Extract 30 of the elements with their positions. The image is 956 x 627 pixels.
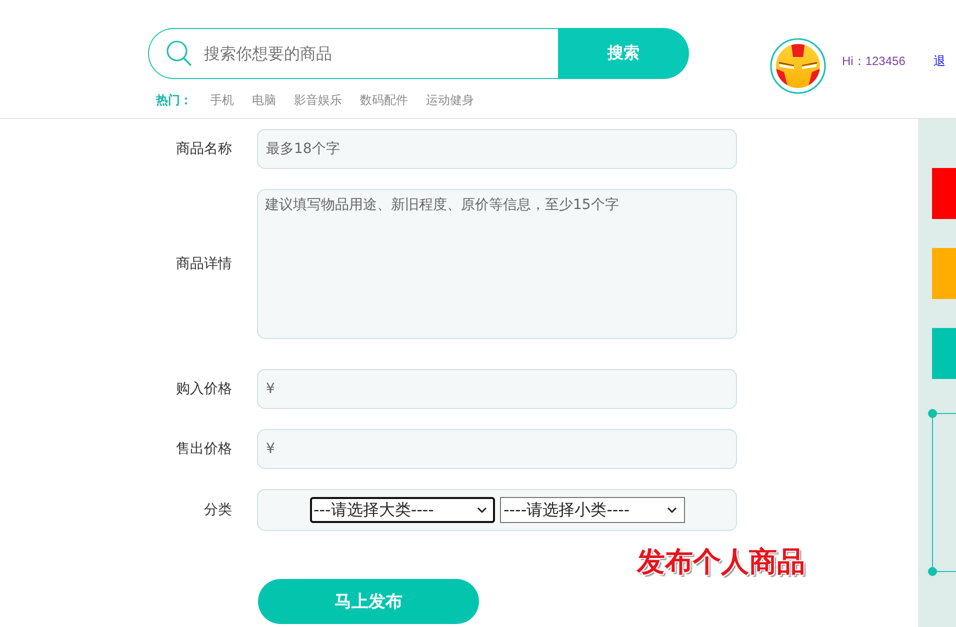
hot-link[interactable]: 电脑 (252, 92, 276, 108)
avatar-icon (770, 38, 826, 94)
caption-text: 发布个人商品 (637, 545, 805, 579)
hot-link[interactable]: 运动健身 (426, 92, 474, 108)
hot-link[interactable]: 影音娱乐 (294, 92, 342, 108)
search-field[interactable]: 搜索你想要的商品 (148, 28, 558, 79)
publish-button[interactable]: 马上发布 (258, 579, 479, 624)
field-label: 商品详情 (176, 255, 232, 273)
side-tile[interactable] (932, 328, 956, 379)
search-button[interactable]: 搜索 (558, 28, 689, 79)
side-tile[interactable] (932, 168, 956, 219)
chevron-down-icon (666, 507, 676, 513)
logout-link[interactable]: 退 (933, 54, 946, 68)
textarea-field[interactable]: 建议填写物品用途、新旧程度、原价等信息，至少15个字 (257, 189, 737, 339)
field-label: 售出价格 (176, 440, 232, 458)
category-dropdown[interactable]: ---请选择大类---- (310, 497, 494, 523)
field-label: 商品名称 (176, 140, 232, 158)
input-field[interactable]: ¥ (257, 429, 737, 469)
category-dropdown[interactable]: ----请选择小类---- (500, 497, 684, 523)
chevron-down-icon (476, 507, 486, 513)
field-label: 分类 (204, 501, 232, 519)
hot-label: 热门： (156, 92, 192, 108)
search-icon (166, 40, 192, 66)
input-field[interactable]: ¥ (257, 369, 737, 409)
hot-link[interactable]: 数码配件 (360, 92, 408, 108)
field-label: 购入价格 (176, 380, 232, 398)
hot-link[interactable]: 手机 (210, 92, 234, 108)
input-field[interactable]: 最多18个字 (257, 129, 737, 169)
side-tile[interactable] (932, 248, 956, 299)
greeting-text: Hi：123456 (842, 54, 906, 68)
